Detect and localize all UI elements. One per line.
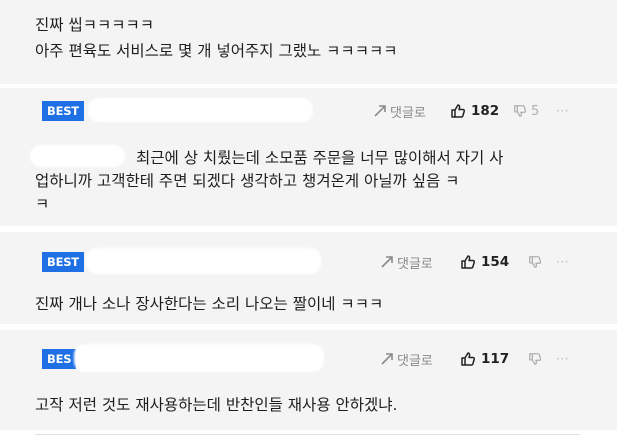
comment-text: ㅋ xyxy=(35,195,50,213)
reply-arrow-icon xyxy=(381,256,393,268)
like-button[interactable]: 117 xyxy=(460,349,509,369)
like-count: 154 xyxy=(481,254,510,270)
like-count: 182 xyxy=(471,103,500,119)
blurred-username xyxy=(74,344,324,372)
reply-arrow-icon xyxy=(374,105,386,117)
comment-feed: 진짜 씹ㅋㅋㅋㅋㅋ 아주 편육도 서비스로 몇 개 넣어주지 그랬노 ㅋㅋㅋㅋㅋ… xyxy=(0,0,617,444)
more-button[interactable]: ··· xyxy=(556,349,569,369)
thumbs-down-icon xyxy=(529,353,542,365)
comment-text: 최근에 상 치뤘는데 소모품 주문을 너무 많이해서 자기 사 xyxy=(136,149,504,167)
comment-text: 진짜 개나 소나 장사한다는 소리 나오는 짤이네 ㅋㅋㅋ xyxy=(35,295,384,313)
more-button[interactable]: ··· xyxy=(556,101,569,121)
reply-arrow-icon xyxy=(381,353,393,365)
blurred-username xyxy=(86,248,321,274)
more-button[interactable]: ··· xyxy=(556,252,569,272)
thumbs-down-icon xyxy=(514,105,527,117)
comment-text: 고작 저런 것도 재사용하는데 반찬인들 재사용 안하겠냐. xyxy=(35,396,398,414)
dislike-button[interactable] xyxy=(528,252,542,272)
like-count: 117 xyxy=(481,351,510,367)
thumbs-up-icon xyxy=(461,352,476,366)
thumbs-up-icon xyxy=(461,255,476,269)
best-badge: BEST xyxy=(42,101,84,121)
divider xyxy=(35,434,580,435)
blurred-username xyxy=(88,98,313,122)
blurred-username xyxy=(30,145,125,167)
dislike-button[interactable]: 5 xyxy=(513,101,539,121)
reply-label: 댓글로 xyxy=(397,256,433,272)
best-badge: BEST xyxy=(42,252,84,272)
like-button[interactable]: 182 xyxy=(450,101,499,121)
reply-label: 댓글로 xyxy=(397,353,433,369)
comment-text: 진짜 씹ㅋㅋㅋㅋㅋ xyxy=(35,16,155,34)
reply-button[interactable]: 댓글로 xyxy=(374,101,426,121)
comment-text: 업하니까 고객한테 주면 되겠다 생각하고 챙겨온게 아닐까 싶음 ㅋ xyxy=(35,172,460,190)
thumbs-down-icon xyxy=(529,256,542,268)
dislike-count: 5 xyxy=(531,103,540,119)
reply-label: 댓글로 xyxy=(390,105,426,121)
comment-text: 아주 편육도 서비스로 몇 개 넣어주지 그랬노 ㅋㅋㅋㅋㅋ xyxy=(35,42,398,60)
like-button[interactable]: 154 xyxy=(460,252,509,272)
thumbs-up-icon xyxy=(451,104,466,118)
best-badge: BES xyxy=(42,349,77,369)
reply-button[interactable]: 댓글로 xyxy=(381,349,433,369)
reply-button[interactable]: 댓글로 xyxy=(381,252,433,272)
dislike-button[interactable] xyxy=(528,349,542,369)
